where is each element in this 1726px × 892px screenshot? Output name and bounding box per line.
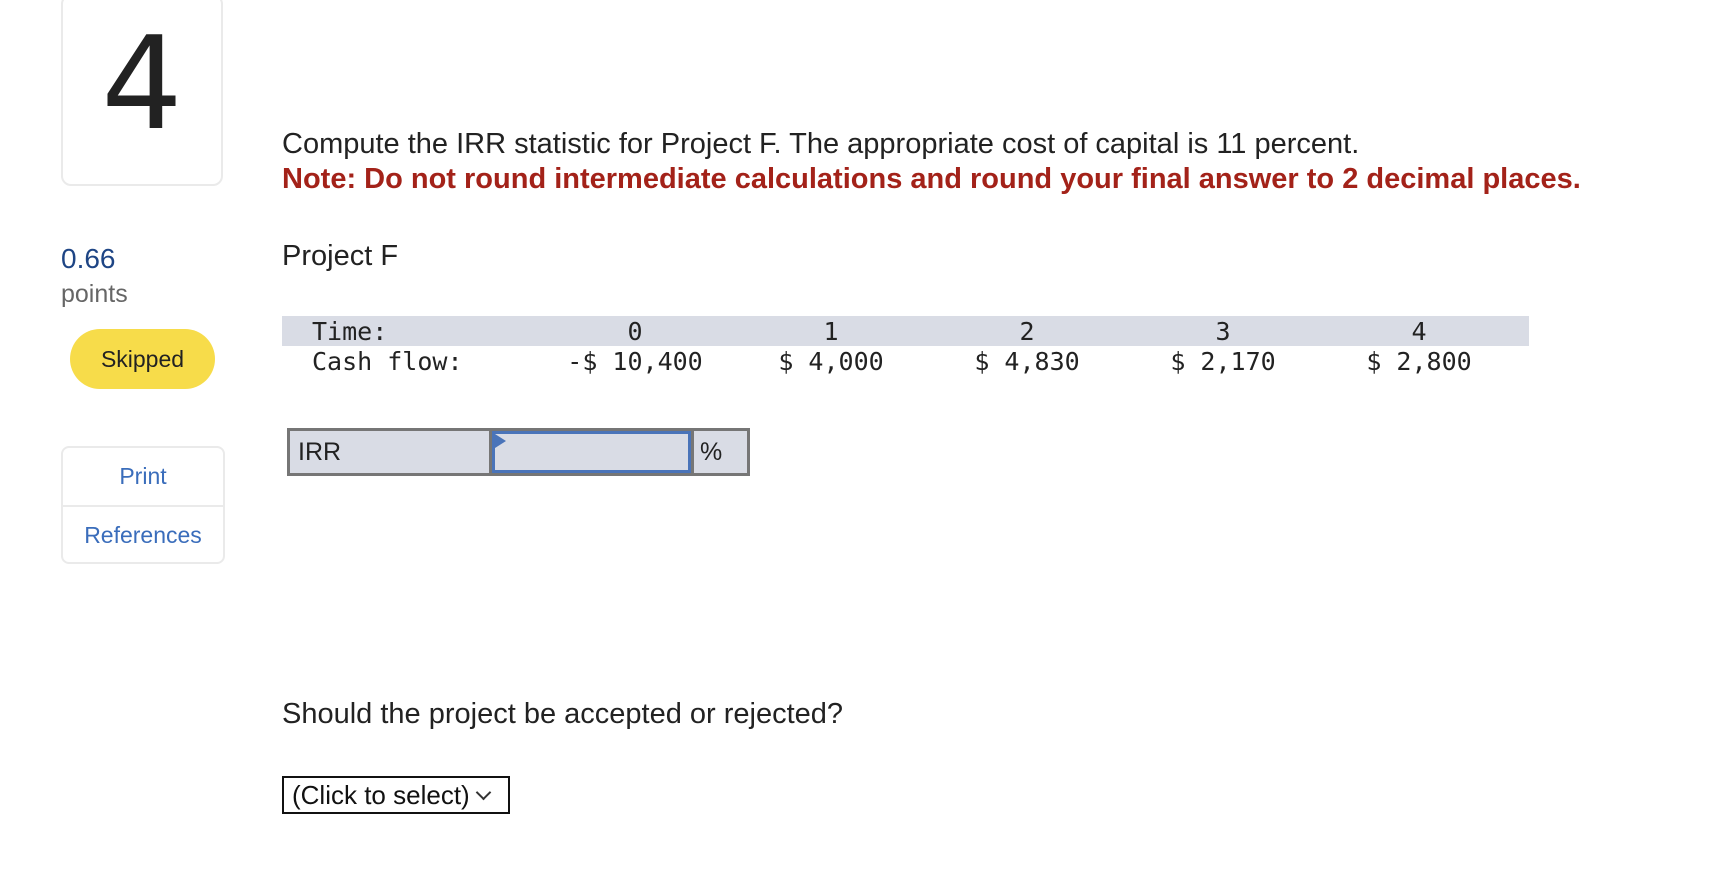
irr-input-wrapper [492,431,694,473]
period-cell: 4 [1411,316,1427,346]
references-link[interactable]: References [63,505,223,562]
project-title: Project F [282,240,399,272]
points-label: points [61,280,128,308]
time-row: Time: 0 1 2 3 4 [282,316,1529,346]
period-cell: 3 [1215,316,1231,346]
period-cell: 0 [627,316,643,346]
question-prompt: Compute the IRR statistic for Project F.… [282,128,1360,160]
status-badge: Skipped [70,329,215,389]
question-number: 4 [101,10,183,159]
cash-flow-cell: $ 2,800 [1366,346,1472,376]
dropdown-selected-value: (Click to select) [292,779,470,810]
question-note: Note: Do not round intermediate calculat… [282,163,1581,195]
cash-flow-cell: -$ 10,400 [567,346,703,376]
decision-question: Should the project be accepted or reject… [282,698,844,730]
cash-flow-cell: $ 4,000 [778,346,884,376]
cash-flow-label: Cash flow: [312,346,463,376]
period-cell: 2 [1019,316,1035,346]
irr-answer-row: IRR % [287,428,750,476]
points-value: 0.66 [61,243,116,274]
cash-flow-cell: $ 4,830 [974,346,1080,376]
cash-flow-row: Cash flow: -$ 10,400 $ 4,000 $ 4,830 $ 2… [282,346,1529,376]
cash-flow-cell: $ 2,170 [1170,346,1276,376]
irr-label: IRR [290,431,492,473]
irr-input[interactable] [492,431,691,473]
time-label: Time: [312,316,388,346]
chevron-down-icon [475,784,491,800]
cash-flow-table: Time: 0 1 2 3 4 Cash flow: -$ 10,400 $ 4… [282,316,1529,376]
question-links: Print References [61,446,225,564]
irr-unit: % [700,437,723,466]
question-number-box: 4 [61,0,223,186]
print-link[interactable]: Print [63,448,223,505]
accept-reject-dropdown[interactable]: (Click to select) [282,776,510,814]
period-cell: 1 [823,316,839,346]
